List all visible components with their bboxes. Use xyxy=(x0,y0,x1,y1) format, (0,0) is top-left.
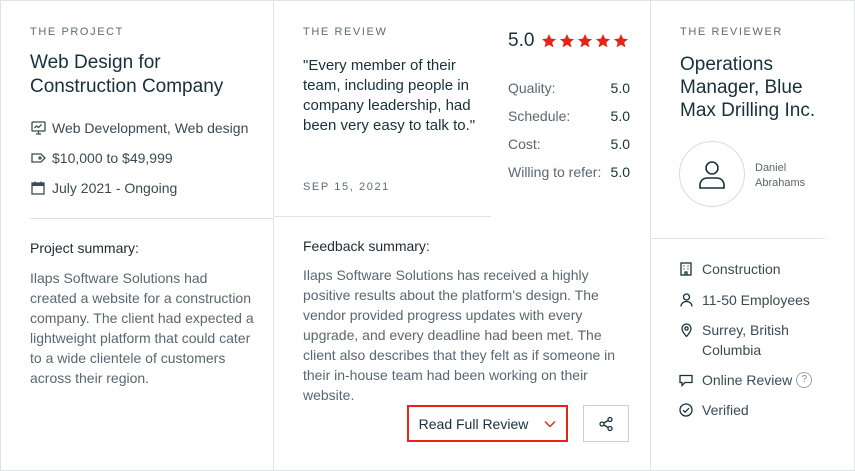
share-button[interactable] xyxy=(583,405,629,442)
user-icon xyxy=(699,161,725,189)
reviewer-location: Surrey, British Columbia xyxy=(679,320,819,360)
score-cost: Cost: 5.0 xyxy=(508,136,630,152)
review-section-label: THE REVIEW xyxy=(303,26,388,38)
score-schedule: Schedule: 5.0 xyxy=(508,108,630,124)
review-date: SEP 15, 2021 xyxy=(303,181,390,193)
reviewer-industry-text: Construction xyxy=(702,261,781,277)
score-value: 5.0 xyxy=(610,164,630,180)
check-circle-icon xyxy=(679,403,693,417)
score-quality: Quality: 5.0 xyxy=(508,80,630,96)
project-title: Web Design for Construction Company xyxy=(30,52,224,97)
verified-text: Verified xyxy=(702,402,749,418)
reviewer-company-size: 11-50 Employees xyxy=(679,290,810,310)
project-summary-heading: Project summary: xyxy=(30,240,139,256)
section-divider xyxy=(30,218,273,219)
project-dates: July 2021 - Ongoing xyxy=(30,180,177,196)
score-value: 5.0 xyxy=(610,136,630,152)
score-value: 5.0 xyxy=(610,108,630,124)
person-icon xyxy=(679,293,693,307)
section-divider xyxy=(274,216,491,217)
star-icon xyxy=(614,34,629,48)
review-quote: "Every member of their team, including p… xyxy=(303,57,476,134)
section-divider xyxy=(651,238,825,239)
project-section-label: THE PROJECT xyxy=(30,26,124,38)
read-full-review-label: Read Full Review xyxy=(418,415,529,432)
read-full-review-button[interactable]: Read Full Review xyxy=(407,405,568,442)
project-budget: $10,000 to $49,999 xyxy=(30,150,173,166)
feedback-summary-text: Ilaps Software Solutions has received a … xyxy=(303,267,616,403)
location-pin-icon xyxy=(679,323,693,337)
column-divider xyxy=(650,0,651,471)
project-services-text: Web Development, Web design xyxy=(52,120,249,136)
price-tag-icon xyxy=(30,150,46,166)
verified-status: Verified xyxy=(679,400,749,420)
score-willing-to-refer: Willing to refer: 5.0 xyxy=(508,164,630,180)
reviewer-title: Operations Manager, Blue Max Drilling In… xyxy=(680,54,816,121)
chevron-down-icon xyxy=(544,420,556,428)
review-type: Online Review ? xyxy=(679,370,813,390)
star-icon xyxy=(542,34,557,48)
project-dates-text: July 2021 - Ongoing xyxy=(52,180,178,196)
overall-rating: 5.0 xyxy=(508,30,629,52)
project-budget-text: $10,000 to $49,999 xyxy=(52,150,173,166)
project-summary-text: Ilaps Software Solutions had created a w… xyxy=(30,270,254,386)
star-rating xyxy=(541,33,629,49)
score-value: 5.0 xyxy=(610,80,630,96)
chat-bubble-icon xyxy=(679,373,693,387)
reviewer-section-label: THE REVIEWER xyxy=(680,26,783,38)
calendar-icon xyxy=(30,180,46,196)
feedback-summary-heading: Feedback summary: xyxy=(303,238,430,254)
star-icon xyxy=(578,34,593,48)
overall-rating-value: 5.0 xyxy=(508,30,535,51)
reviewer-industry: Construction xyxy=(679,259,781,279)
share-icon xyxy=(599,416,613,431)
column-divider xyxy=(273,0,274,471)
reviewer-location-text: Surrey, British Columbia xyxy=(702,322,789,358)
reviewer-company-size-text: 11-50 Employees xyxy=(702,292,810,308)
reviewer-first-name: Daniel xyxy=(755,162,787,174)
star-icon xyxy=(560,34,575,48)
score-label: Willing to refer: xyxy=(508,164,602,180)
score-label: Schedule: xyxy=(508,108,571,124)
help-icon[interactable]: ? xyxy=(796,372,813,388)
review-type-text: Online Review xyxy=(702,372,793,388)
star-icon xyxy=(596,34,611,48)
score-label: Cost: xyxy=(508,136,541,152)
reviewer-last-name: Abrahams xyxy=(755,177,806,189)
project-services: Web Development, Web design xyxy=(30,120,248,136)
score-label: Quality: xyxy=(508,80,556,96)
reviewer-name: Daniel Abrahams xyxy=(755,161,825,191)
avatar xyxy=(679,141,745,207)
monitor-icon xyxy=(30,120,46,136)
building-icon xyxy=(679,262,693,276)
